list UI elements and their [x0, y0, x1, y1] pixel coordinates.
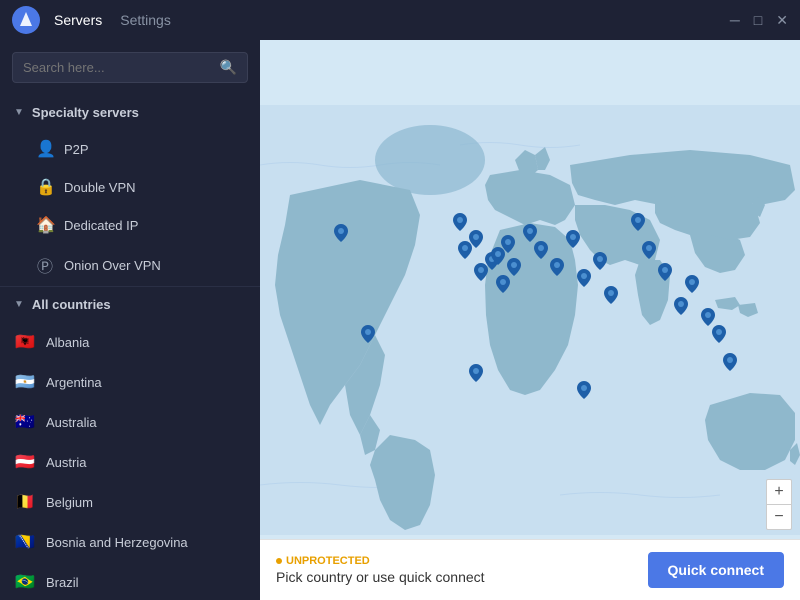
sidebar-list: ▼ Specialty servers 👤 P2P 🔒 Double VPN 🏠…	[0, 95, 260, 600]
specialty-dedicated-ip[interactable]: 🏠 Dedicated IP	[0, 206, 260, 244]
flag-belgium: 🇧🇪	[14, 491, 36, 513]
unprotected-label: UNPROTECTED	[286, 555, 370, 567]
country-name-austria: Austria	[46, 455, 86, 470]
country-albania[interactable]: 🇦🇱 Albania	[0, 322, 260, 362]
chevron-down-icon: ▼	[14, 107, 24, 118]
status-bar: UNPROTECTED Pick country or use quick co…	[260, 539, 800, 600]
titlebar-nav: Servers Settings	[54, 12, 171, 28]
country-name-australia: Australia	[46, 415, 97, 430]
onion-vpn-label: Onion Over VPN	[64, 258, 161, 273]
country-argentina[interactable]: 🇦🇷 Argentina	[0, 362, 260, 402]
quick-connect-button[interactable]: Quick connect	[648, 552, 784, 588]
country-name-argentina: Argentina	[46, 375, 102, 390]
zoom-controls: + −	[766, 479, 792, 530]
titlebar-controls: ─ □ ✕	[730, 12, 788, 29]
flag-albania: 🇦🇱	[14, 331, 36, 353]
country-bosnia[interactable]: 🇧🇦 Bosnia and Herzegovina	[0, 522, 260, 562]
double-vpn-icon: 🔒	[36, 177, 54, 197]
country-name-brazil: Brazil	[46, 575, 79, 590]
specialty-p2p[interactable]: 👤 P2P	[0, 130, 260, 168]
all-countries-header[interactable]: ▼ All countries	[0, 286, 260, 322]
specialty-onion-vpn[interactable]: Ⓟ Onion Over VPN	[0, 244, 260, 286]
specialty-double-vpn[interactable]: 🔒 Double VPN	[0, 168, 260, 206]
nordvpn-logo	[12, 6, 40, 34]
flag-austria: 🇦🇹	[14, 451, 36, 473]
country-australia[interactable]: 🇦🇺 Australia	[0, 402, 260, 442]
flag-brazil: 🇧🇷	[14, 571, 36, 593]
status-left: UNPROTECTED Pick country or use quick co…	[276, 555, 485, 585]
specialty-servers-header[interactable]: ▼ Specialty servers	[0, 95, 260, 130]
dedicated-ip-label: Dedicated IP	[64, 218, 138, 233]
dedicated-ip-icon: 🏠	[36, 215, 54, 235]
zoom-out-button[interactable]: −	[767, 505, 791, 529]
search-box[interactable]: 🔍	[12, 52, 248, 83]
status-dot	[276, 558, 282, 564]
main-content: 🔍 ▼ Specialty servers 👤 P2P 🔒 Double VPN…	[0, 40, 800, 600]
zoom-in-button[interactable]: +	[767, 480, 791, 504]
sidebar: 🔍 ▼ Specialty servers 👤 P2P 🔒 Double VPN…	[0, 40, 260, 600]
status-unprotected: UNPROTECTED	[276, 555, 485, 567]
p2p-icon: 👤	[36, 139, 54, 159]
onion-vpn-icon: Ⓟ	[36, 253, 54, 277]
country-name-bosnia: Bosnia and Herzegovina	[46, 535, 188, 550]
country-austria[interactable]: 🇦🇹 Austria	[0, 442, 260, 482]
country-name-belgium: Belgium	[46, 495, 93, 510]
flag-argentina: 🇦🇷	[14, 371, 36, 393]
nav-servers[interactable]: Servers	[54, 12, 102, 28]
search-icon: 🔍	[220, 59, 237, 76]
all-countries-label: All countries	[32, 297, 111, 312]
chevron-down-icon-countries: ▼	[14, 299, 24, 310]
world-map	[260, 40, 800, 600]
country-belgium[interactable]: 🇧🇪 Belgium	[0, 482, 260, 522]
titlebar: Servers Settings ─ □ ✕	[0, 0, 800, 40]
search-input[interactable]	[23, 60, 220, 75]
country-name-albania: Albania	[46, 335, 89, 350]
titlebar-left: Servers Settings	[12, 6, 171, 34]
p2p-label: P2P	[64, 142, 89, 157]
close-button[interactable]: ✕	[776, 12, 788, 29]
maximize-button[interactable]: □	[754, 12, 762, 28]
double-vpn-label: Double VPN	[64, 180, 136, 195]
status-message: Pick country or use quick connect	[276, 569, 485, 585]
flag-bosnia: 🇧🇦	[14, 531, 36, 553]
flag-australia: 🇦🇺	[14, 411, 36, 433]
map-area: + − UNPROTECTED Pick country or use quic…	[260, 40, 800, 600]
country-brazil[interactable]: 🇧🇷 Brazil	[0, 562, 260, 600]
minimize-button[interactable]: ─	[730, 12, 740, 28]
specialty-servers-label: Specialty servers	[32, 105, 139, 120]
nav-settings[interactable]: Settings	[120, 12, 171, 28]
